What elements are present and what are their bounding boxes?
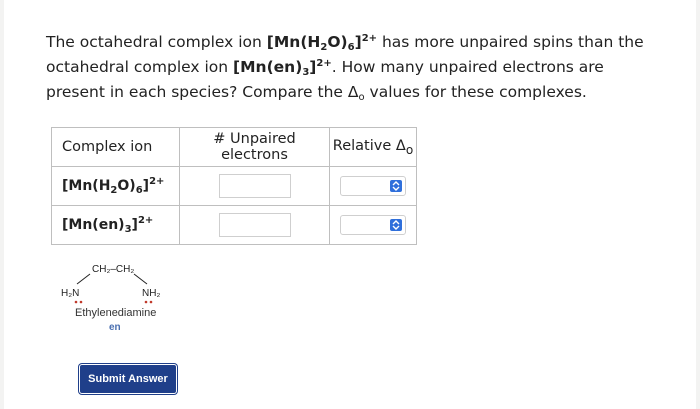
up-down-chevron-icon <box>390 219 402 231</box>
structure-right-label: NH₂ <box>142 288 160 299</box>
relative-delta-select[interactable] <box>340 215 406 235</box>
up-down-chevron-icon <box>390 180 402 192</box>
structure-name-label: Ethylenediamine <box>75 307 157 319</box>
relative-delta-select[interactable] <box>340 176 406 196</box>
ethylenediamine-structure: CH₂–CH₂ H₂N NH₂ <box>61 264 160 304</box>
question-text: The octahedral complex ion [Mn(H2O)6]2+ … <box>46 30 666 105</box>
ion-formula-2: [Mn(en)3]2+ <box>233 58 332 78</box>
table-row: [Mn(en)3]2+ <box>51 205 417 245</box>
unpaired-electrons-input[interactable] <box>218 174 291 198</box>
ion-formula-1: [Mn(H2O)6]2+ <box>266 33 378 53</box>
unpaired-cell <box>179 166 330 206</box>
question-text-part: The octahedral complex ion <box>46 33 267 51</box>
relative-delta-cell <box>329 205 417 245</box>
header-relative-delta: Relative Δo <box>329 127 417 167</box>
submit-answer-button[interactable]: Submit Answer <box>79 364 177 394</box>
answer-table: Complex ion # Unpaired electrons Relativ… <box>51 127 417 245</box>
question-text-part: values for these complexes. <box>364 83 587 101</box>
header-complex-ion: Complex ion <box>51 127 180 167</box>
structure-abbrev-label: en <box>109 322 121 333</box>
question-panel: The octahedral complex ion [Mn(H2O)6]2+ … <box>4 0 696 409</box>
complex-ion-cell: [Mn(en)3]2+ <box>51 205 180 245</box>
unpaired-electrons-input[interactable] <box>218 213 291 237</box>
table-header-row: Complex ion # Unpaired electrons Relativ… <box>51 127 417 167</box>
complex-ion-cell: [Mn(H2O)6]2+ <box>51 166 180 206</box>
structure-top-label: CH₂–CH₂ <box>92 264 134 275</box>
relative-delta-cell <box>329 166 417 206</box>
structure-left-label: H₂N <box>61 288 79 299</box>
table-row: [Mn(H2O)6]2+ <box>51 166 417 206</box>
unpaired-cell <box>179 205 330 245</box>
header-unpaired-electrons: # Unpaired electrons <box>179 127 330 167</box>
